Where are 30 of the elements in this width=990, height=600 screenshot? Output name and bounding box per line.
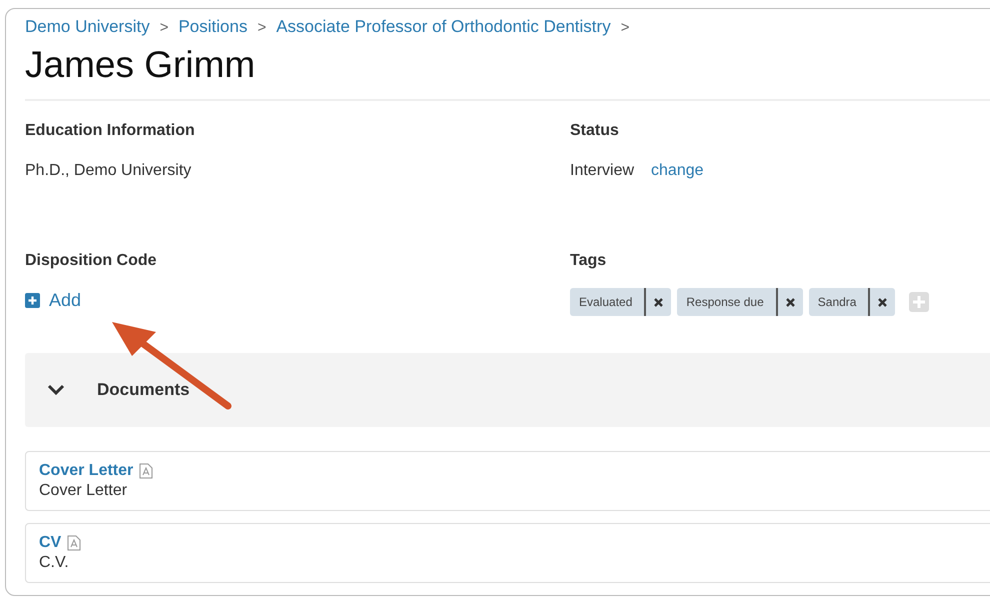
document-description: Cover Letter bbox=[39, 482, 128, 500]
tag: Response due bbox=[677, 288, 803, 316]
section-title: Documents bbox=[97, 380, 190, 400]
breadcrumb-link[interactable]: Positions bbox=[178, 17, 248, 37]
breadcrumb-separator: > bbox=[257, 18, 266, 36]
plus-icon bbox=[25, 293, 40, 308]
close-icon bbox=[654, 298, 664, 306]
status-value: Interview bbox=[570, 162, 634, 180]
document-link[interactable]: Cover Letter bbox=[39, 462, 134, 480]
document-link[interactable]: CV bbox=[39, 534, 62, 552]
section-label: Education Information bbox=[25, 122, 196, 140]
section-label: Status bbox=[570, 122, 620, 140]
education-value: Ph.D., Demo University bbox=[25, 162, 192, 180]
pdf-icon bbox=[67, 535, 82, 551]
tag: Evaluated bbox=[570, 288, 672, 316]
section-label: Disposition Code bbox=[25, 252, 158, 270]
breadcrumb-separator: > bbox=[160, 18, 168, 36]
breadcrumb-link[interactable]: Demo University bbox=[25, 17, 150, 37]
change-link[interactable]: change bbox=[651, 162, 704, 180]
close-icon bbox=[878, 298, 888, 306]
close-icon bbox=[786, 298, 795, 306]
page-title: James Grimm bbox=[25, 43, 256, 87]
documents-header[interactable]: Documents bbox=[25, 353, 990, 427]
pdf-icon bbox=[139, 463, 154, 479]
add-link[interactable]: Add bbox=[25, 290, 82, 311]
breadcrumb-separator: > bbox=[620, 18, 630, 36]
breadcrumb-link[interactable]: Associate Professor of Orthodontic Dentistry bbox=[276, 17, 611, 37]
document-description: C.V. bbox=[39, 554, 69, 572]
tag: Sandra bbox=[808, 288, 896, 316]
section-label: Tags bbox=[570, 252, 608, 270]
